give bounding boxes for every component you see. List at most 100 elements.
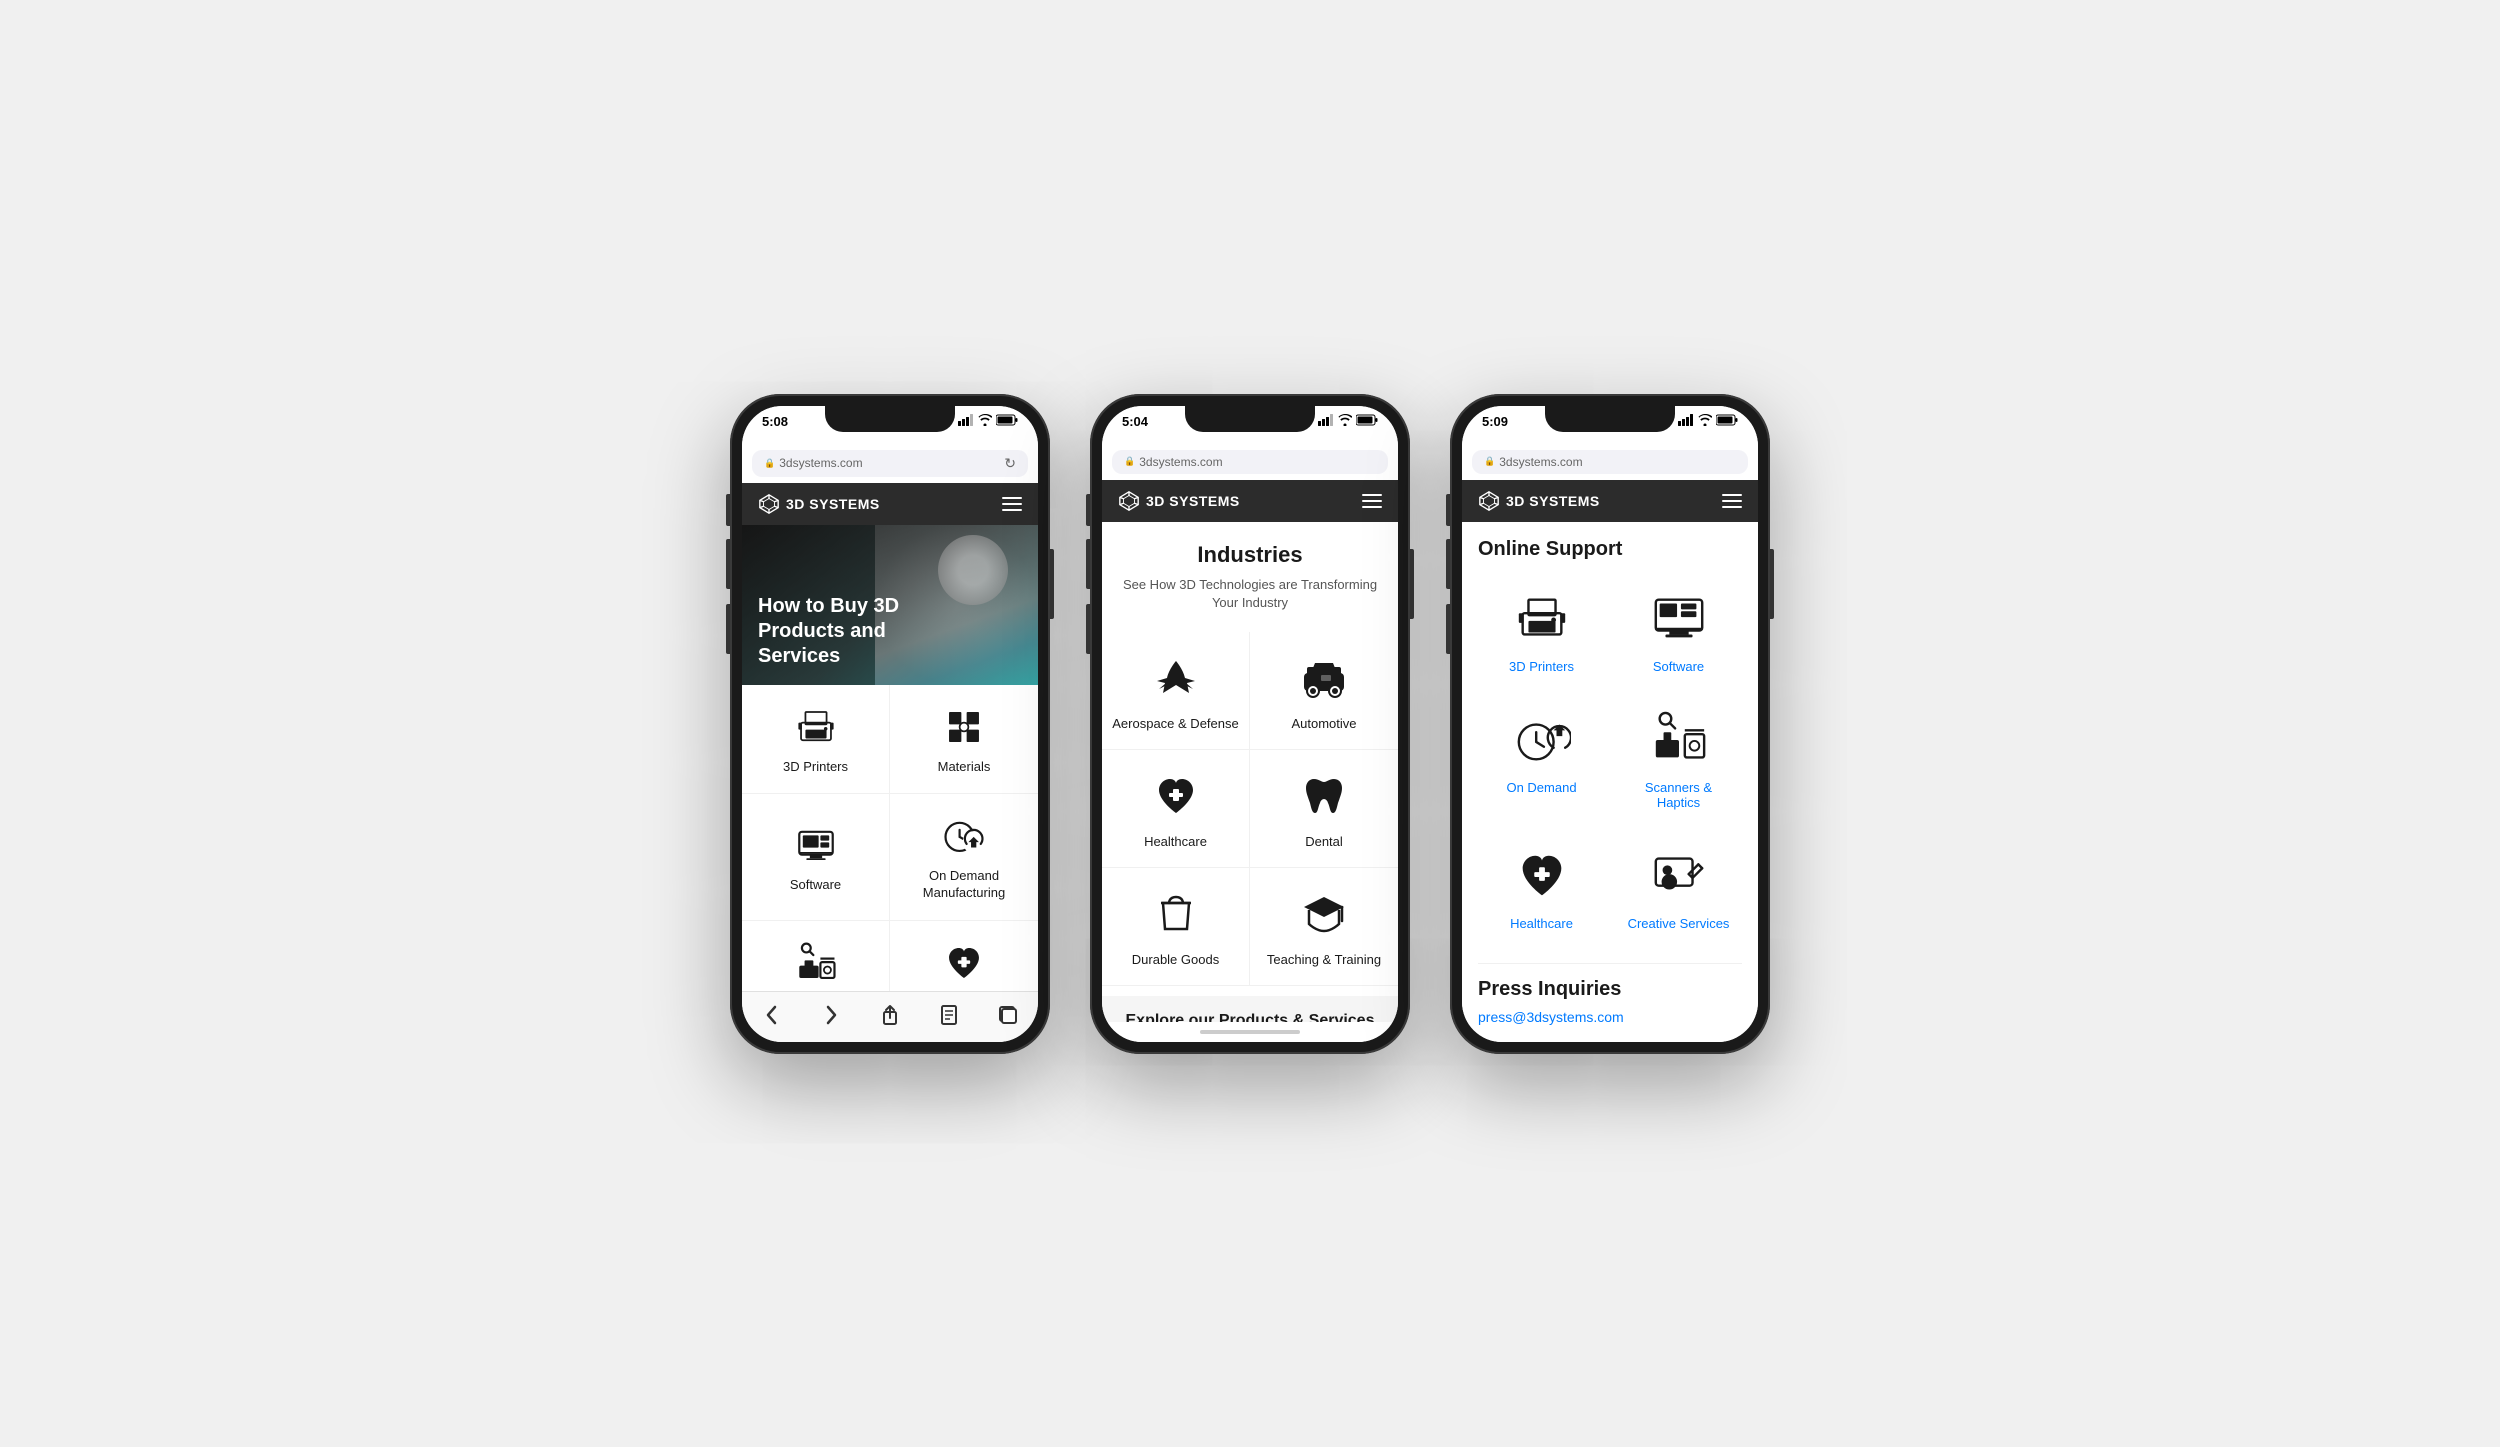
grid-item-materials[interactable]: Materials (890, 685, 1038, 795)
url-content-3: 🔒 3dsystems.com (1484, 455, 1583, 469)
url-bar-3[interactable]: 🔒 3dsystems.com (1472, 450, 1748, 474)
logo-icon-1 (758, 493, 780, 515)
ondemand-label: On Demand Manufacturing (900, 868, 1028, 902)
site-header-1: 3D SYSTEMS (742, 483, 1038, 525)
home-indicator-2 (1102, 1022, 1398, 1042)
support-printers-icon (1510, 587, 1574, 651)
aerospace-label: Aerospace & Defense (1112, 716, 1238, 731)
support-item-creative[interactable]: Creative Services (1615, 832, 1742, 943)
dental-label: Dental (1305, 834, 1343, 849)
bookmarks-button[interactable] (929, 1000, 969, 1030)
hamburger-line-4 (1362, 494, 1382, 496)
status-icons-1 (958, 414, 1018, 426)
explore-bar[interactable]: Explore our Products & Services (1102, 996, 1398, 1022)
url-text-2: 3dsystems.com (1139, 455, 1222, 469)
industry-healthcare[interactable]: Healthcare (1102, 750, 1250, 868)
press-email[interactable]: press@3dsystems.com (1478, 1009, 1742, 1025)
logo-text-2: 3D SYSTEMS (1146, 493, 1240, 509)
support-item-healthcare[interactable]: Healthcare (1478, 832, 1605, 943)
logo-3[interactable]: 3D SYSTEMS (1478, 490, 1600, 512)
support-ondemand-icon (1510, 708, 1574, 772)
url-bar-1[interactable]: 🔒 3dsystems.com ↻ (752, 450, 1028, 477)
hero-text: How to Buy 3D Products and Services (758, 594, 958, 669)
industry-automotive[interactable]: Automotive (1250, 632, 1398, 750)
lock-icon-1: 🔒 (764, 458, 775, 469)
grid-item-scanners[interactable]: Scanners & Haptics (742, 921, 890, 990)
support-scanners-label: Scanners & Haptics (1623, 780, 1734, 810)
url-bar-2[interactable]: 🔒 3dsystems.com (1112, 450, 1388, 474)
industry-dental[interactable]: Dental (1250, 750, 1398, 868)
browser-bar-1 (742, 991, 1038, 1042)
site-header-3: 3D SYSTEMS (1462, 480, 1758, 522)
healthcare-icon (940, 939, 988, 987)
scanners-icon (792, 939, 840, 987)
hamburger-line-9 (1722, 506, 1742, 508)
industry-aerospace[interactable]: Aerospace & Defense (1102, 632, 1250, 750)
url-text-1: 3dsystems.com (779, 456, 862, 470)
durable-label: Durable Goods (1132, 952, 1219, 967)
hamburger-line-6 (1362, 506, 1382, 508)
logo-text-3: 3D SYSTEMS (1506, 493, 1600, 509)
support-title: Online Support (1478, 538, 1742, 561)
grid-item-healthcare[interactable]: Healthcare (890, 921, 1038, 990)
phone-3: 5:09 🔒 3dsystems.com (1450, 394, 1770, 1054)
support-item-printers[interactable]: 3D Printers (1478, 575, 1605, 686)
automotive-label: Automotive (1291, 716, 1356, 731)
explore-text: Explore our Products & Services (1126, 1012, 1375, 1022)
logo-1[interactable]: 3D SYSTEMS (758, 493, 880, 515)
support-item-ondemand[interactable]: On Demand (1478, 696, 1605, 822)
grid-item-ondemand[interactable]: On Demand Manufacturing (890, 794, 1038, 921)
support-scanners-icon (1647, 708, 1711, 772)
url-text-3: 3dsystems.com (1499, 455, 1582, 469)
teaching-label: Teaching & Training (1267, 952, 1381, 967)
industries-grid: Aerospace & Defense (1102, 622, 1398, 996)
support-healthcare-icon (1510, 844, 1574, 908)
notch-3 (1545, 406, 1675, 432)
industries-content: Industries See How 3D Technologies are T… (1102, 522, 1398, 1022)
grid-item-software[interactable]: Software (742, 794, 890, 921)
grid-item-printers[interactable]: 3D Printers (742, 685, 890, 795)
share-button[interactable] (870, 1000, 910, 1030)
hamburger-line-3 (1002, 509, 1022, 511)
hamburger-2[interactable] (1362, 494, 1382, 508)
hamburger-1[interactable] (1002, 497, 1022, 511)
healthcare-label-2: Healthcare (1144, 834, 1207, 849)
hamburger-line-2 (1002, 503, 1022, 505)
hamburger-3[interactable] (1722, 494, 1742, 508)
support-content: Online Support (1462, 522, 1758, 1042)
logo-text-1: 3D SYSTEMS (786, 496, 880, 512)
site-header-2: 3D SYSTEMS (1102, 480, 1398, 522)
notch-2 (1185, 406, 1315, 432)
hamburger-line-5 (1362, 500, 1382, 502)
logo-2[interactable]: 3D SYSTEMS (1118, 490, 1240, 512)
support-item-scanners[interactable]: Scanners & Haptics (1615, 696, 1742, 822)
hamburger-line-1 (1002, 497, 1022, 499)
refresh-icon-1[interactable]: ↻ (1004, 455, 1016, 472)
support-healthcare-label: Healthcare (1510, 916, 1573, 931)
industry-teaching[interactable]: Teaching & Training (1250, 868, 1398, 986)
materials-icon (940, 703, 988, 751)
industries-header: Industries See How 3D Technologies are T… (1102, 522, 1398, 622)
ondemand-icon (940, 812, 988, 860)
status-bar-2: 5:04 (1102, 406, 1398, 446)
url-content-2: 🔒 3dsystems.com (1124, 455, 1223, 469)
back-button[interactable] (752, 1000, 792, 1030)
support-software-icon (1647, 587, 1711, 651)
status-bar-3: 5:09 (1462, 406, 1758, 446)
press-section: Press Inquiries press@3dsystems.com (1478, 963, 1742, 1025)
industry-durable[interactable]: Durable Goods (1102, 868, 1250, 986)
hamburger-line-7 (1722, 494, 1742, 496)
lock-icon-3: 🔒 (1484, 456, 1495, 467)
support-item-software[interactable]: Software (1615, 575, 1742, 686)
forward-button[interactable] (811, 1000, 851, 1030)
software-icon (792, 821, 840, 869)
tabs-button[interactable] (988, 1000, 1028, 1030)
logo-icon-2 (1118, 490, 1140, 512)
healthcare-icon-2 (1148, 768, 1204, 824)
industries-title: Industries (1122, 542, 1378, 568)
phones-container: 5:08 🔒 3dsystems.com ↻ (730, 394, 1770, 1054)
software-label: Software (790, 877, 841, 894)
products-grid: 3D Printers Materials (742, 685, 1038, 991)
status-icons-3 (1678, 414, 1738, 426)
dental-icon (1296, 768, 1352, 824)
